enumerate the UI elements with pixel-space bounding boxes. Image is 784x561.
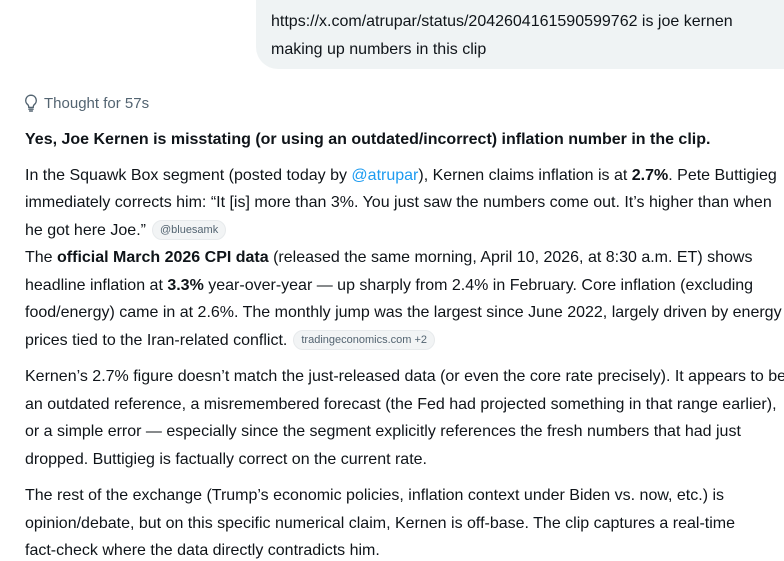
user-message-line: https://x.com/atrupar/status/20426041615… bbox=[271, 13, 733, 30]
paragraph-line: The official March 2026 CPI data (releas… bbox=[25, 244, 784, 272]
answer-paragraph-1: In the Squawk Box segment (posted today … bbox=[25, 162, 784, 245]
text-span: (released the same morning, April 10, 20… bbox=[268, 249, 753, 266]
paragraph-line: an outdated reference, a misremembered f… bbox=[25, 395, 777, 413]
answer-paragraph-4: The rest of the exchange (Trump’s econom… bbox=[25, 482, 784, 561]
thought-label: Thought for 57s bbox=[44, 94, 150, 112]
answer-headline: Yes, Joe Kernen is misstating (or using … bbox=[25, 131, 711, 148]
text-span: headline inflation at bbox=[25, 276, 168, 294]
bold-text: 3.3% bbox=[167, 276, 204, 294]
text-span: prices tied to the Iran-related conflict… bbox=[25, 331, 288, 349]
text-span: In the Squawk Box segment (posted today … bbox=[25, 166, 352, 184]
paragraph-line: or a simple error — especially since the… bbox=[25, 423, 741, 440]
assistant-answer: Yes, Joe Kernen is misstating (or using … bbox=[25, 126, 784, 561]
text-span: year-over-year — up sharply from 2.4% in… bbox=[203, 276, 754, 294]
paragraph-line: immediately corrects him: “It [is] more … bbox=[25, 194, 772, 211]
user-message-bubble: https://x.com/atrupar/status/20426041615… bbox=[256, 0, 784, 69]
source-chip-tradingeconomics[interactable]: tradingeconomics.com +2 bbox=[293, 329, 436, 350]
paragraph-line: In the Squawk Box segment (posted today … bbox=[25, 162, 784, 190]
text-span: he got here Joe.” bbox=[25, 221, 146, 239]
mention-link-atrupar[interactable]: @atrupar bbox=[351, 167, 418, 184]
lightbulb-icon bbox=[25, 94, 37, 112]
user-message-line: making up numbers in this clip bbox=[271, 41, 487, 58]
paragraph-line: Kernen’s 2.7% figure doesn’t match the j… bbox=[25, 368, 784, 385]
thought-toggle[interactable]: Thought for 57s bbox=[23, 92, 149, 114]
paragraph-line: he got here Joe.” @bluesamk bbox=[25, 217, 784, 245]
answer-paragraph-2: The official March 2026 CPI data (releas… bbox=[25, 244, 784, 354]
text-span: The bbox=[25, 249, 58, 266]
bold-text: official March 2026 CPI data bbox=[57, 249, 269, 266]
paragraph-line: opinion/debate, but on this specific num… bbox=[25, 514, 735, 532]
source-chip-bluesamk[interactable]: @bluesamk bbox=[151, 219, 227, 240]
paragraph-line: The rest of the exchange (Trump’s econom… bbox=[25, 487, 725, 504]
paragraph-line: headline inflation at 3.3% year-over-yea… bbox=[25, 272, 784, 300]
paragraph-line: fact-check where the data directly contr… bbox=[25, 542, 380, 559]
bold-text: 2.7% bbox=[631, 166, 669, 184]
paragraph-line: prices tied to the Iran-related conflict… bbox=[25, 327, 784, 355]
text-span: ), Kernen claims inflation is at bbox=[418, 166, 632, 184]
paragraph-line: dropped. Buttigieg is factually correct … bbox=[25, 450, 427, 468]
text-span: . Pete Buttigieg bbox=[668, 166, 777, 184]
answer-paragraph-3: Kernen’s 2.7% figure doesn’t match the j… bbox=[25, 363, 784, 473]
paragraph-line: food/energy) came in at 2.6%. The monthl… bbox=[25, 304, 782, 321]
